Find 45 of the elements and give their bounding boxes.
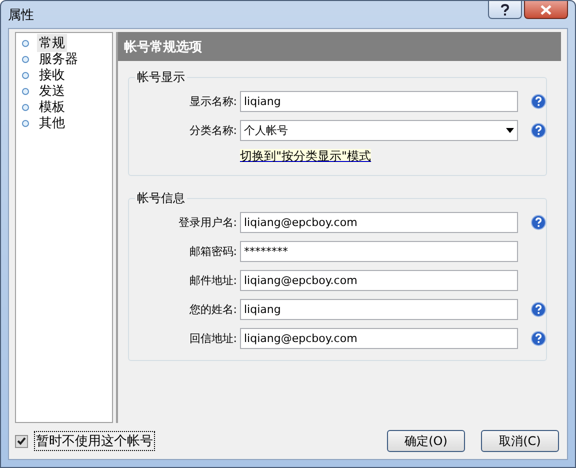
group-title: 帐号显示 [136, 69, 186, 86]
input-field[interactable]: liqiang@epcboy.com [240, 212, 518, 233]
bullet-icon [22, 56, 29, 62]
checkbox[interactable] [15, 434, 28, 448]
bullet-icon [22, 120, 29, 126]
input-field[interactable]: liqiang [240, 299, 518, 320]
ok-button[interactable]: 确定(O) [387, 430, 465, 452]
field-label: 您的姓名: [188, 302, 237, 317]
help-icon[interactable] [531, 94, 546, 109]
help-button[interactable] [488, 1, 522, 19]
checkbox-label[interactable]: 暂时不使用这个帐号 [34, 431, 155, 451]
panel-header: 帐号常规选项 [118, 32, 561, 61]
group-title: 帐号信息 [136, 190, 186, 207]
field-label: 登录用户名: [177, 215, 237, 230]
password-field[interactable]: ******** [240, 241, 518, 262]
window-title: 属性 [8, 6, 34, 24]
help-icon[interactable] [531, 215, 546, 230]
field-label: 分类名称: [188, 123, 237, 138]
help-icon[interactable] [531, 302, 546, 317]
close-icon [540, 4, 552, 14]
field-label: 邮件地址: [188, 273, 237, 288]
category-dropdown[interactable]: 个人帐号 [240, 120, 518, 141]
question-icon [500, 4, 510, 16]
help-icon[interactable] [531, 331, 546, 346]
help-icon[interactable] [531, 123, 546, 138]
input-field[interactable]: liqiang@epcboy.com [240, 270, 518, 291]
input-field[interactable]: liqiang@epcboy.com [240, 328, 518, 349]
sidebar-item[interactable]: 其他 [37, 114, 67, 132]
caret-icon [506, 128, 514, 133]
close-button[interactable] [524, 1, 568, 19]
cancel-button[interactable]: 取消(C) [481, 430, 559, 452]
bullet-icon [22, 104, 29, 110]
sidebar-item[interactable]: 发送 [37, 82, 67, 100]
sidebar-item[interactable]: 服务器 [37, 50, 80, 68]
input-field[interactable]: liqiang [240, 91, 518, 112]
mode-link[interactable]: 切换到"按分类显示"模式 [240, 149, 372, 163]
sidebar-item[interactable]: 接收 [37, 66, 67, 84]
bullet-icon [22, 40, 29, 46]
bullet-icon [22, 72, 29, 78]
bullet-icon [22, 88, 29, 94]
field-label: 回信地址: [188, 331, 237, 346]
sidebar-item[interactable]: 常规 [37, 34, 67, 52]
field-label: 邮箱密码: [188, 244, 237, 259]
sidebar-item[interactable]: 模板 [37, 98, 67, 116]
field-label: 显示名称: [188, 94, 237, 109]
